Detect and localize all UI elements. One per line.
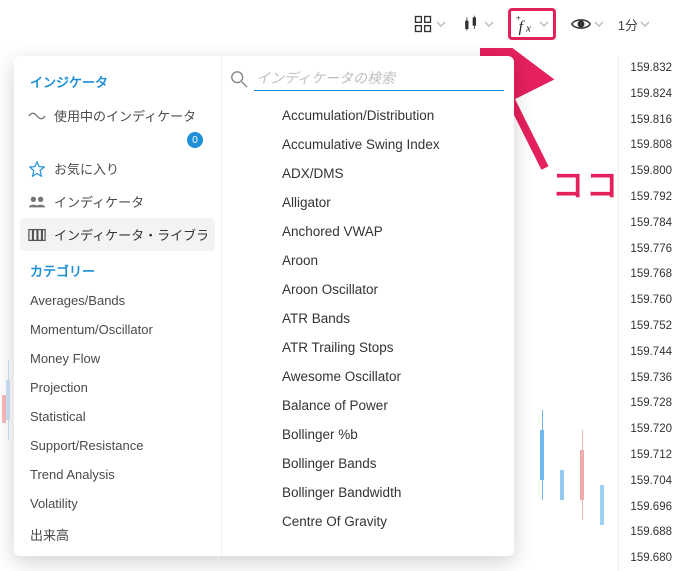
category-item[interactable]: Money Flow: [14, 344, 221, 373]
category-item[interactable]: Support/Resistance: [14, 431, 221, 460]
chevron-down-icon: [594, 19, 604, 29]
category-item[interactable]: 出来高: [14, 518, 221, 551]
timeframe-label: 1分: [618, 15, 638, 34]
category-item[interactable]: Volatility: [14, 489, 221, 518]
price-tick: 159.776: [619, 237, 680, 263]
indicator-item[interactable]: Anchored VWAP: [222, 217, 514, 246]
price-tick: 159.752: [619, 314, 680, 340]
chevron-down-icon: [640, 19, 650, 29]
sidebar-item-favorites[interactable]: お気に入り: [14, 152, 221, 185]
active-indicators-count-badge: 0: [187, 132, 203, 148]
sidebar-item-label: インディケータ・ライブラリ: [54, 225, 207, 244]
indicator-item[interactable]: ADX/DMS: [222, 159, 514, 188]
star-icon: [28, 161, 46, 177]
panel-main: Accumulation/Distribution Accumulative S…: [222, 56, 514, 556]
price-tick: 159.800: [619, 159, 680, 185]
category-item[interactable]: Statistical: [14, 402, 221, 431]
category-item[interactable]: Projection: [14, 373, 221, 402]
price-tick: 159.688: [619, 520, 680, 546]
category-item[interactable]: Averages/Bands: [14, 286, 221, 315]
price-tick: 159.760: [619, 288, 680, 314]
chevron-down-icon: [436, 19, 446, 29]
indicator-panel: インジケータ 使用中のインディケータ 0 お気に入り イン: [14, 56, 514, 556]
panel-sidebar: インジケータ 使用中のインディケータ 0 お気に入り イン: [14, 56, 222, 556]
price-tick: 159.816: [619, 108, 680, 134]
category-item[interactable]: Trend Analysis: [14, 460, 221, 489]
price-tick: 159.696: [619, 495, 680, 521]
categories-title: カテゴリー: [14, 251, 221, 286]
price-tick: 159.792: [619, 185, 680, 211]
price-tick: 159.832: [619, 56, 680, 82]
svg-text:x: x: [525, 22, 531, 34]
price-tick: 159.704: [619, 469, 680, 495]
indicator-item[interactable]: Aroon: [222, 246, 514, 275]
timeframe-button[interactable]: 1分: [618, 15, 650, 34]
fx-function-icon: + f x: [515, 13, 537, 35]
sidebar-item-indicators[interactable]: インディケータ: [14, 185, 221, 218]
indicator-item[interactable]: Accumulative Swing Index: [222, 130, 514, 159]
indicator-item[interactable]: ATR Trailing Stops: [222, 333, 514, 362]
indicator-item[interactable]: Bollinger Bands: [222, 449, 514, 478]
visibility-button[interactable]: [570, 13, 604, 35]
price-tick: 159.768: [619, 262, 680, 288]
chevron-down-icon: [539, 19, 549, 29]
layout-grid-button[interactable]: [412, 13, 446, 35]
sidebar-item-label: 使用中のインディケータ: [54, 106, 196, 125]
category-item[interactable]: Momentum/Oscillator: [14, 315, 221, 344]
price-tick: 159.728: [619, 391, 680, 417]
indicators-button[interactable]: + f x: [508, 8, 556, 40]
indicator-item[interactable]: Balance of Power: [222, 391, 514, 420]
candlestick-icon: [460, 13, 482, 35]
search-input[interactable]: [254, 66, 504, 91]
grid-icon: [412, 13, 434, 35]
search-icon: [230, 70, 248, 88]
library-icon: [28, 227, 46, 243]
price-tick: 159.680: [619, 546, 680, 571]
sidebar-item-indicator-library[interactable]: インディケータ・ライブラリ: [20, 218, 215, 251]
price-tick: 159.824: [619, 82, 680, 108]
indicator-item[interactable]: Bollinger %b: [222, 420, 514, 449]
price-tick: 159.784: [619, 211, 680, 237]
sidebar-item-active-indicators[interactable]: 使用中のインディケータ: [14, 99, 221, 132]
chart-type-button[interactable]: [460, 13, 494, 35]
svg-text:f: f: [518, 18, 525, 35]
indicator-item[interactable]: Chaikin Volatility: [222, 536, 514, 544]
price-tick: 159.712: [619, 443, 680, 469]
indicator-list: Accumulation/Distribution Accumulative S…: [222, 97, 514, 544]
price-tick: 159.720: [619, 417, 680, 443]
price-tick: 159.808: [619, 133, 680, 159]
indicator-item[interactable]: ATR Bands: [222, 304, 514, 333]
indicator-item[interactable]: Bollinger Bandwidth: [222, 478, 514, 507]
people-icon: [28, 194, 46, 210]
eye-icon: [570, 13, 592, 35]
search-row: [222, 64, 514, 97]
indicator-item[interactable]: Awesome Oscillator: [222, 362, 514, 391]
indicator-item[interactable]: Aroon Oscillator: [222, 275, 514, 304]
indicator-item[interactable]: Accumulation/Distribution: [222, 101, 514, 130]
price-axis: 159.832 159.824 159.816 159.808 159.800 …: [618, 56, 680, 571]
sidebar-item-label: お気に入り: [54, 159, 119, 178]
top-toolbar: + f x 1分: [412, 4, 650, 44]
chevron-down-icon: [484, 19, 494, 29]
wave-icon: [28, 108, 46, 124]
sidebar-item-label: インディケータ: [54, 192, 144, 211]
indicator-item[interactable]: Alligator: [222, 188, 514, 217]
indicator-item[interactable]: Centre Of Gravity: [222, 507, 514, 536]
price-tick: 159.736: [619, 366, 680, 392]
price-tick: 159.744: [619, 340, 680, 366]
sidebar-title: インジケータ: [14, 68, 221, 99]
